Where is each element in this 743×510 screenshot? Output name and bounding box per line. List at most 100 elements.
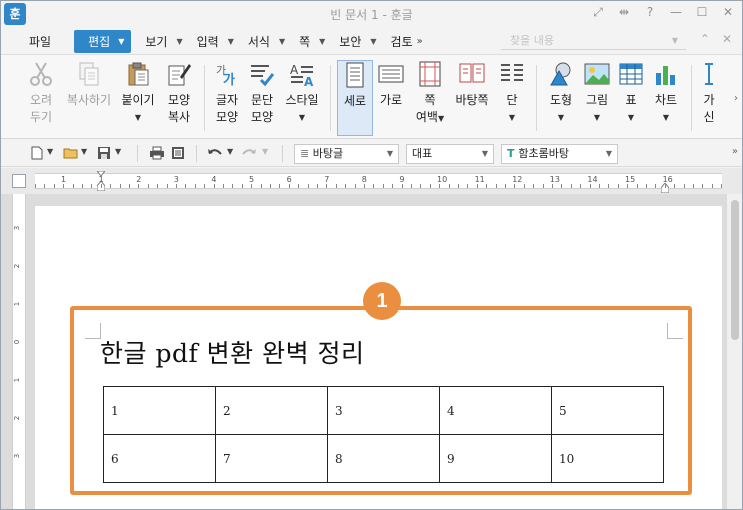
chevron-down-icon[interactable]: ▼ <box>47 147 53 156</box>
ruler-tick <box>298 184 300 188</box>
help-icon[interactable]: ? <box>642 5 658 20</box>
open-folder-icon[interactable] <box>63 146 78 160</box>
vertical-scrollbar[interactable] <box>726 194 742 509</box>
copy-button[interactable]: 복사하기 <box>64 61 114 109</box>
ruler-tick <box>495 184 497 188</box>
ruler-tick <box>382 184 384 188</box>
chevron-down-icon[interactable]: ▼ <box>617 109 645 126</box>
ruler-tick <box>392 184 394 188</box>
chevron-down-icon[interactable]: ▼ <box>438 114 444 123</box>
copy-label: 복사하기 <box>66 93 112 107</box>
chevron-down-icon[interactable]: ▼ <box>283 109 321 126</box>
new-document-icon[interactable] <box>30 146 44 160</box>
format-copy-button[interactable]: 모양 복사 <box>163 61 195 126</box>
split-icon[interactable]: ⇹ <box>616 5 632 20</box>
menu-insert[interactable]: 입력 ▼ <box>197 33 234 50</box>
preview-icon[interactable] <box>171 146 185 160</box>
save-icon[interactable] <box>97 146 111 160</box>
picture-button[interactable]: 그림 ▼ <box>581 61 613 126</box>
table-button[interactable]: 표 ▼ <box>617 61 645 126</box>
ribbon-scroll-icon[interactable]: › <box>734 93 738 104</box>
ruler-tick <box>335 184 337 188</box>
style-button[interactable]: AA 스타일 ▼ <box>283 61 321 126</box>
chevron-down-icon[interactable]: ▼ <box>672 32 678 50</box>
chevron-down-icon[interactable]: ▼ <box>545 109 577 126</box>
picture-icon <box>584 61 610 87</box>
chevron-down-icon: ▼ <box>605 149 612 158</box>
chevron-down-icon: ▼ <box>227 36 234 46</box>
menu-edit[interactable]: 편집 ▼ <box>74 29 132 53</box>
format-painter-icon <box>166 61 192 87</box>
portrait-button[interactable]: 세로 <box>337 60 373 136</box>
chevron-down-icon[interactable]: ▼ <box>120 109 156 126</box>
undo-icon[interactable] <box>207 146 222 160</box>
chevron-down-icon[interactable]: ▼ <box>651 109 681 126</box>
menu-review[interactable]: 검토 <box>391 33 413 50</box>
print-icon[interactable] <box>149 146 164 160</box>
ruler-tick <box>260 184 262 188</box>
font-select[interactable]: T 함초롬바탕 ▼ <box>501 144 618 164</box>
page-margin-button[interactable]: 쪽 여백▼ <box>413 61 447 127</box>
cut-button[interactable]: 오려 두기 <box>25 61 57 126</box>
cut-label-1: 오려 <box>29 93 53 107</box>
vertical-ruler[interactable]: 3 2 1 0 1 2 3 <box>12 194 26 509</box>
menu-security[interactable]: 보안 ▼ <box>339 33 376 50</box>
ruler-tick <box>429 184 431 188</box>
maximize-icon[interactable]: ☐ <box>694 5 710 20</box>
background-page-button[interactable]: 바탕쪽 <box>453 61 491 109</box>
fullscreen-icon[interactable]: ⤢ <box>590 5 606 20</box>
chevron-up-icon[interactable]: ⌃ <box>700 32 710 46</box>
svg-text:A: A <box>304 75 314 87</box>
ruler-tick <box>570 184 572 188</box>
ruler-number: 9 <box>399 175 405 184</box>
chevron-down-icon[interactable]: ▼ <box>81 147 87 156</box>
menu-more-button[interactable]: » <box>417 36 423 47</box>
chevron-down-icon[interactable]: ▼ <box>581 109 613 126</box>
chart-button[interactable]: 차트 ▼ <box>651 61 681 126</box>
shape-button[interactable]: 도형 ▼ <box>545 61 577 126</box>
ruler-tick <box>279 184 281 188</box>
scrollbar-thumb[interactable] <box>731 200 739 340</box>
ruler-tick <box>439 184 441 188</box>
ruler-tick <box>721 184 723 188</box>
outline-select[interactable]: 대표 ▼ <box>406 144 494 164</box>
para-shape-button[interactable]: 문단 모양 <box>246 61 278 126</box>
paste-button[interactable]: 붙이기 ▼ <box>120 61 156 126</box>
close-icon[interactable]: ✕ <box>720 5 736 20</box>
chevron-down-icon: ▼ <box>386 149 393 158</box>
minimize-icon[interactable]: — <box>668 5 684 20</box>
cut-off-button[interactable]: 가 신 <box>701 61 717 126</box>
horizontal-ruler[interactable]: 1 1 2 3 4 5 6 7 8 9 10 11 12 13 14 15 16 <box>35 170 723 194</box>
close-icon[interactable]: ✕ <box>722 32 732 46</box>
landscape-button[interactable]: 가로 <box>376 61 406 109</box>
ruler-number: 0 <box>13 339 22 345</box>
ruler-tick <box>608 184 610 188</box>
menu-view[interactable]: 보기 ▼ <box>145 33 182 50</box>
tab-type-selector[interactable] <box>12 174 26 188</box>
toolbar-expand-icon[interactable]: » <box>732 146 738 157</box>
find-input[interactable]: 찾을 내용 ▼ <box>501 32 686 50</box>
menu-file[interactable]: 파일 <box>29 33 51 50</box>
char-shape-button[interactable]: 가가 글자 모양 <box>211 61 243 126</box>
ruler-tick <box>542 184 544 188</box>
ruler-tick <box>91 184 93 188</box>
ruler-tick <box>166 184 168 188</box>
columns-button[interactable]: 단 ▼ <box>497 61 527 126</box>
menu-page[interactable]: 쪽 ▼ <box>299 33 325 50</box>
chevron-down-icon[interactable]: ▼ <box>227 147 233 156</box>
ruler-tick <box>44 184 46 188</box>
style-select[interactable]: ≣ 바탕글 ▼ <box>294 144 399 164</box>
menu-format[interactable]: 서식 ▼ <box>248 33 285 50</box>
chart-label: 차트 <box>654 93 678 107</box>
chevron-down-icon[interactable]: ▼ <box>497 109 527 126</box>
ruler-number: 8 <box>361 175 367 184</box>
shape-icon <box>548 61 574 87</box>
ruler-tick <box>523 184 525 188</box>
chevron-down-icon: ▼ <box>118 36 125 46</box>
ruler-tick <box>693 184 694 188</box>
redo-icon[interactable] <box>241 146 256 160</box>
ruler-tick <box>683 184 685 188</box>
chevron-down-icon[interactable]: ▼ <box>115 147 121 156</box>
ruler-tick <box>288 184 290 188</box>
ruler-tick <box>35 184 36 188</box>
